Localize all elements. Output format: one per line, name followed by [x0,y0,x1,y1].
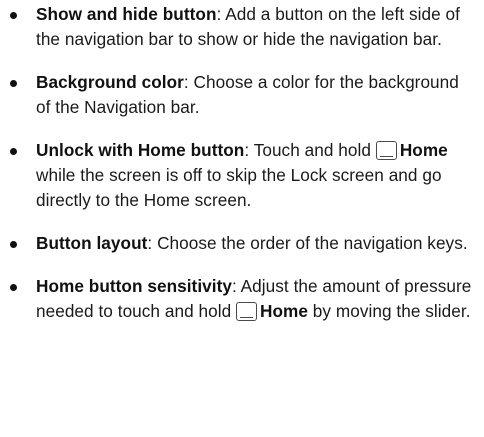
bullet-icon [10,148,17,155]
item-term: Button layout [36,233,148,253]
item-description-before: Touch and hold [253,140,376,160]
list-item-unlock-with-home-button: Unlock with Home button: Touch and hold … [0,138,484,213]
bullet-icon [10,12,17,19]
home-key-icon [236,302,258,321]
item-term: Show and hide button [36,4,217,24]
item-separator: : [231,276,241,296]
bullet-icon [10,80,17,87]
bullet-icon [10,284,17,291]
list-item-show-hide-button: Show and hide button: Add a button on th… [0,2,484,52]
item-description-after: while the screen is off to skip the Lock… [36,165,442,210]
item-separator: : [216,4,226,24]
item-separator: : [147,233,158,253]
item-description-after: by moving the slider. [307,301,471,321]
bullet-icon [10,241,17,248]
list-item-home-button-sensitivity: Home button sensitivity: Adjust the amou… [0,274,484,324]
item-term: Unlock with Home button [36,140,245,160]
list-item-background-color: Background color: Choose a color for the… [0,70,484,120]
document-page: Show and hide button: Add a button on th… [0,0,484,437]
navigation-bar-settings-list: Show and hide button: Add a button on th… [0,2,484,324]
home-key-label: Home [260,301,308,321]
item-term: Home button sensitivity [36,276,232,296]
home-key-label: Home [399,140,448,160]
item-term: Background color [36,72,184,92]
list-item-button-layout: Button layout: Choose the order of the n… [0,231,484,256]
item-separator: : [183,72,194,92]
home-key-icon [375,141,397,160]
item-description: Choose the order of the navigation keys. [157,233,468,253]
item-separator: : [244,140,254,160]
